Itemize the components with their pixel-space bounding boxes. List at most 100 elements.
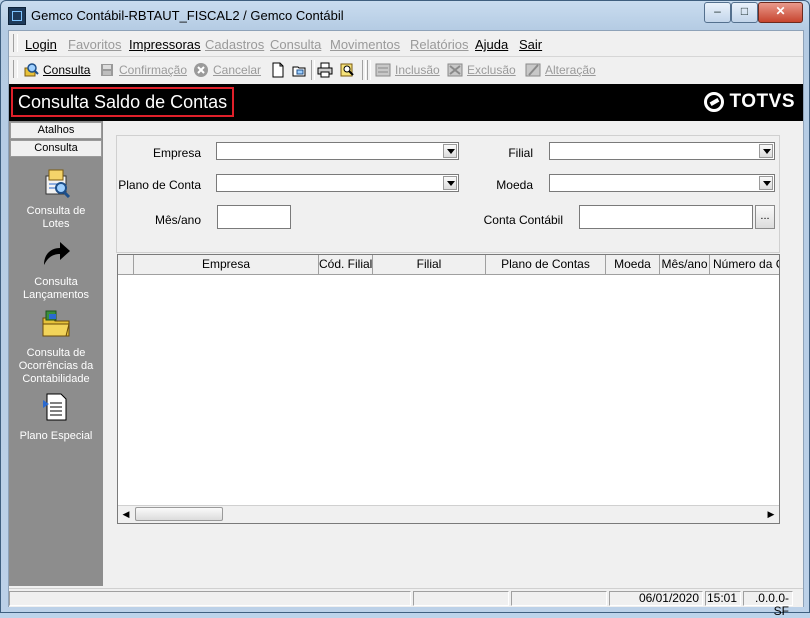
- document-icon: [43, 393, 67, 421]
- filter-panel: Empresa Filial Plano de Conta Moeda Mês/…: [116, 135, 780, 253]
- tab-atalhos[interactable]: Atalhos: [10, 122, 102, 139]
- chevron-down-icon[interactable]: [759, 144, 773, 158]
- status-bar: 06/01/2020 15:01 .0.0.0-SF: [9, 588, 803, 618]
- menu-bar: Login Favoritos Impressoras Cadastros Co…: [9, 31, 803, 57]
- shortcut-consulta-lancamentos[interactable]: Consulta Lançamentos: [9, 237, 103, 302]
- consulta-button[interactable]: Consulta: [23, 62, 90, 78]
- toolbar-separator: [367, 60, 371, 80]
- cancelar-label: Cancelar: [213, 63, 262, 77]
- print-button[interactable]: [317, 62, 337, 78]
- maximize-button[interactable]: □: [731, 2, 758, 23]
- app-icon: [8, 7, 26, 25]
- menu-grip: [13, 34, 18, 52]
- close-button[interactable]: ✕: [758, 2, 803, 23]
- title-bar[interactable]: Gemco Contábil-RBTAUT_FISCAL2 / Gemco Co…: [1, 1, 809, 29]
- exclusao-button[interactable]: Exclusão: [447, 62, 516, 78]
- mesano-label: Mês/ano: [154, 213, 201, 227]
- inclusao-icon: [375, 63, 391, 77]
- menu-sair[interactable]: Sair: [519, 37, 542, 52]
- scroll-right-icon[interactable]: ▶: [763, 506, 779, 522]
- cancel-icon: [194, 63, 208, 77]
- menu-relatorios[interactable]: Relatórios: [410, 37, 469, 52]
- chevron-down-icon[interactable]: [443, 176, 457, 190]
- open-button[interactable]: [291, 62, 311, 78]
- toolbar: Consulta Confirmação Cancelar Inclusão E…: [9, 57, 803, 83]
- scroll-thumb[interactable]: [135, 507, 223, 521]
- window-title: Gemco Contábil-RBTAUT_FISCAL2 / Gemco Co…: [31, 8, 344, 23]
- chevron-down-icon[interactable]: [443, 144, 457, 158]
- page-banner: Consulta Saldo de Contas TOTVS: [9, 84, 803, 121]
- new-document-icon: [272, 62, 284, 78]
- scroll-left-icon[interactable]: ◀: [118, 506, 134, 522]
- menu-impressoras[interactable]: Impressoras: [129, 37, 201, 52]
- menu-movimentos[interactable]: Movimentos: [330, 37, 400, 52]
- arrow-icon: [44, 242, 70, 265]
- moeda-label: Moeda: [496, 178, 533, 192]
- status-panel-empty: [413, 591, 509, 606]
- filial-label: Filial: [508, 146, 533, 160]
- exclusao-icon: [447, 63, 463, 77]
- preview-button[interactable]: [339, 62, 359, 78]
- shortcut-label: Consulta de Lotes: [26, 205, 86, 230]
- grid-header-plano-contas[interactable]: Plano de Contas: [486, 255, 606, 274]
- conta-lookup-button[interactable]: ...: [755, 205, 775, 229]
- tab-consulta[interactable]: Consulta: [10, 140, 102, 157]
- save-icon: [101, 64, 113, 76]
- client-area: Login Favoritos Impressoras Cadastros Co…: [8, 30, 804, 618]
- shortcut-plano-especial[interactable]: Plano Especial: [9, 391, 103, 443]
- shortcut-label: Consulta Lançamentos: [22, 276, 90, 301]
- menu-ajuda[interactable]: Ajuda: [475, 37, 508, 52]
- conta-label: Conta Contábil: [483, 213, 563, 227]
- moeda-select[interactable]: [549, 174, 775, 192]
- totvs-logo: TOTVS: [703, 91, 796, 113]
- folder-icon: [42, 310, 70, 337]
- grid-header-selector[interactable]: [118, 255, 134, 274]
- empresa-select[interactable]: [216, 142, 459, 160]
- shortcut-label: Consulta de Ocorrências da Contabilidade: [18, 347, 94, 385]
- inclusao-button[interactable]: Inclusão: [375, 62, 440, 78]
- shortcut-consulta-lotes[interactable]: Consulta de Lotes: [9, 166, 103, 231]
- open-document-icon: [292, 66, 306, 77]
- horizontal-scrollbar[interactable]: ◀ ▶: [118, 505, 779, 523]
- status-panel-empty-2: [511, 591, 607, 606]
- cancelar-button[interactable]: Cancelar: [193, 62, 261, 78]
- new-document-button[interactable]: [270, 62, 290, 78]
- menu-consulta[interactable]: Consulta: [270, 37, 321, 52]
- menu-login[interactable]: Login: [25, 37, 57, 52]
- menu-favoritos[interactable]: Favoritos: [68, 37, 121, 52]
- inclusao-label: Inclusão: [395, 63, 440, 77]
- confirmacao-button[interactable]: Confirmação: [99, 62, 187, 78]
- toolbar-separator: [362, 60, 366, 80]
- grid-header-filial[interactable]: Filial: [373, 255, 486, 274]
- grid-header-moeda[interactable]: Moeda: [606, 255, 660, 274]
- status-date: 06/01/2020: [609, 591, 703, 606]
- exclusao-label: Exclusão: [467, 63, 516, 77]
- page-title: Consulta Saldo de Contas: [11, 87, 235, 117]
- alteracao-button[interactable]: Alteração: [525, 62, 596, 78]
- menu-cadastros[interactable]: Cadastros: [205, 37, 264, 52]
- results-grid[interactable]: Empresa Cód. Filial Filial Plano de Cont…: [117, 254, 780, 524]
- confirmacao-label: Confirmação: [119, 63, 188, 77]
- alteracao-label: Alteração: [545, 63, 596, 77]
- mesano-input[interactable]: [217, 205, 291, 229]
- totvs-logo-icon: [703, 92, 724, 112]
- plano-select[interactable]: [216, 174, 459, 192]
- alteracao-icon: [525, 63, 541, 77]
- shortcut-consulta-ocorrencias[interactable]: Consulta de Ocorrências da Contabilidade: [9, 308, 103, 386]
- main-content: Empresa Filial Plano de Conta Moeda Mês/…: [103, 121, 803, 586]
- grid-header-mesano[interactable]: Mês/ano: [660, 255, 710, 274]
- preview-icon: [340, 63, 354, 77]
- grid-header-empresa[interactable]: Empresa: [134, 255, 319, 274]
- app-window: Gemco Contábil-RBTAUT_FISCAL2 / Gemco Co…: [0, 0, 810, 618]
- consulta-icon: [24, 63, 39, 77]
- filial-select[interactable]: [549, 142, 775, 160]
- grid-header-cod-filial[interactable]: Cód. Filial: [319, 255, 373, 274]
- chevron-down-icon[interactable]: [759, 176, 773, 190]
- conta-input[interactable]: [579, 205, 753, 229]
- status-version: .0.0.0-SF: [743, 591, 793, 618]
- empresa-label: Empresa: [152, 146, 201, 160]
- totvs-logo-text: TOTVS: [729, 91, 795, 112]
- status-time: 15:01: [705, 591, 741, 606]
- grid-header-numero-conta[interactable]: Número da Co: [710, 255, 779, 274]
- minimize-button[interactable]: –: [704, 2, 731, 23]
